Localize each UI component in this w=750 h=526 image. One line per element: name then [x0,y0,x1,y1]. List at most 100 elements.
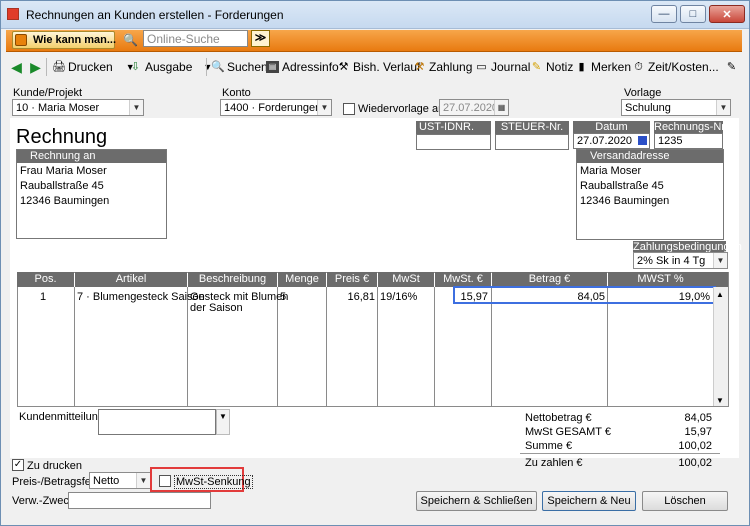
output-button[interactable]: ⇩ Ausgabe ▼ [129,59,212,75]
bookmark-button[interactable]: ▮ Merken [575,59,631,75]
scroll-down-icon[interactable]: ▼ [716,396,724,405]
ship-to-box[interactable]: Versandadresse Maria Moser Rauballstraße… [576,149,724,240]
forward-button[interactable]: ▶ [29,59,42,75]
history-icon: ⚒ [338,61,349,73]
col-header-mwst-pct: MWST % [608,272,713,287]
payment-label: Zahlung [429,60,473,74]
print-label: Drucken [68,60,113,74]
calendar-icon[interactable] [638,136,647,145]
account-value: 1400 · Forderungen [224,102,322,114]
journal-button[interactable]: ▭ Journal [475,59,530,75]
col-header-pos: Pos. [17,272,74,287]
cell-beschreibung-2[interactable]: der Saison [190,302,243,314]
bookmark-icon: ▮ [578,61,585,73]
minimize-button[interactable]: — [651,5,677,23]
address-info-button[interactable]: ▤ Adressinfo [266,59,339,75]
payment-button[interactable]: ⚒ Zahlung [413,59,473,75]
payment-terms-select[interactable]: 2% Sk in 4 Tg ▼ [633,252,728,269]
cell-artikel[interactable]: 7 · Blumengesteck Saison [77,291,205,303]
invoice-number-value: 1235 [658,135,683,147]
amount-due-label: Zu zahlen € [525,457,583,469]
calendar-icon[interactable]: ▦ [494,100,508,115]
toolbar-divider [206,58,207,76]
address-info-label: Adressinfo [282,60,339,74]
wiedervorlage-checkbox[interactable] [343,103,355,115]
save-close-button[interactable]: Speichern & Schließen [416,491,537,511]
time-cost-button[interactable]: ⏱ Zeit/Kosten... [632,59,719,75]
steuer-field[interactable] [495,134,569,150]
chevron-down-icon[interactable]: ▼ [136,473,150,488]
journal-icon: ▭ [476,61,487,73]
time-cost-label: Zeit/Kosten... [648,60,719,74]
ship-to-header: Versandadresse [577,150,723,163]
template-label: Vorlage [624,87,662,99]
chevron-down-icon[interactable]: ▼ [216,409,230,435]
purpose-label: Verw.-Zweck [12,495,75,507]
search-go-button[interactable]: ≫ [251,30,270,47]
print-later-checkbox[interactable]: ✓ [12,459,24,471]
delete-button[interactable]: Löschen [642,491,728,511]
payment-terms-value: 2% Sk in 4 Tg [637,255,706,267]
scroll-up-icon[interactable]: ▲ [716,290,724,299]
wiedervorlage-date-value: 27.07.2020 [443,102,499,114]
tax-total-value: 15,97 [684,426,712,438]
help-icon [15,34,27,46]
customer-message-input[interactable] [98,409,216,435]
col-header-preis: Preis € [327,272,377,287]
template-select[interactable]: Schulung ▼ [621,99,731,116]
cell-mwst[interactable]: 19/16% [380,291,417,303]
help-button[interactable]: Wie kann man... [12,31,116,49]
maximize-button[interactable]: □ [680,5,706,23]
address-card-icon: ▤ [266,61,279,73]
ust-field[interactable] [416,134,491,150]
ship-to-line: Maria Moser [580,165,642,177]
sum-label: Summe € [525,440,573,452]
close-button[interactable]: ✕ [709,5,745,23]
wiedervorlage-date[interactable]: 27.07.2020 ▦ [439,99,509,116]
invoice-number-field[interactable]: 1235 [654,133,723,149]
more-icon[interactable]: ✎ [725,59,738,75]
chevron-down-icon[interactable]: ▼ [713,253,727,268]
price-field-select[interactable]: Netto ▼ [89,472,151,489]
search-icon[interactable]: 🔍 [123,33,138,47]
net-value: 84,05 [684,412,712,424]
back-button[interactable]: ◀ [10,59,23,75]
note-label: Notiz [546,60,574,74]
history-button[interactable]: ⚒ Bish. Verlauf [337,59,421,75]
totals-divider [520,453,720,454]
vat-reduction-label[interactable]: MwSt-Senkung [174,475,253,489]
cell-preis[interactable]: 16,81 [327,291,375,303]
col-header-betrag: Betrag € [492,272,607,287]
vat-reduction-checkbox[interactable] [159,475,171,487]
price-field-value: Netto [93,475,120,487]
help-bar [6,30,742,52]
cell-pos: 1 [40,291,47,303]
chevron-down-icon[interactable]: ▼ [716,100,730,115]
note-button[interactable]: ✎ Notiz [530,59,573,75]
search-label: Suchen [227,60,268,74]
app-icon [7,8,19,20]
payment-icon: ⚒ [414,61,425,73]
chevron-down-icon[interactable]: ▼ [129,100,143,115]
clock-icon: ⏱ [634,61,643,73]
search-button[interactable]: 🔍 Suchen [211,59,268,75]
highlight-tax-columns [453,286,716,304]
price-field-label: Preis-/Betragsfeld [12,476,100,488]
online-search-input[interactable]: Online-Suche [143,30,248,47]
customer-value: 10 · Maria Moser [16,102,100,114]
save-new-button[interactable]: Speichern & Neu [542,491,636,511]
steuer-header: STEUER-Nr. [495,121,569,134]
cell-menge[interactable]: 5 [280,291,286,303]
print-button[interactable]: 🖨 Drucken ▼ [52,59,135,75]
bill-to-line: 12346 Baumingen [20,195,110,207]
chevron-down-icon[interactable]: ▼ [317,100,331,115]
ship-to-line: 12346 Baumingen [580,195,670,207]
amount-due-value: 100,02 [678,457,712,469]
ship-to-line: Rauballstraße 45 [580,180,664,192]
bill-to-box[interactable]: Rechnung an Frau Maria Moser Rauballstra… [16,149,167,239]
customer-select[interactable]: 10 · Maria Moser ▼ [12,99,144,116]
purpose-input[interactable] [68,492,211,509]
account-select[interactable]: 1400 · Forderungen ▼ [220,99,332,116]
window-title: Rechnungen an Kunden erstellen - Forderu… [26,8,284,22]
table-scrollbar[interactable] [713,287,728,406]
